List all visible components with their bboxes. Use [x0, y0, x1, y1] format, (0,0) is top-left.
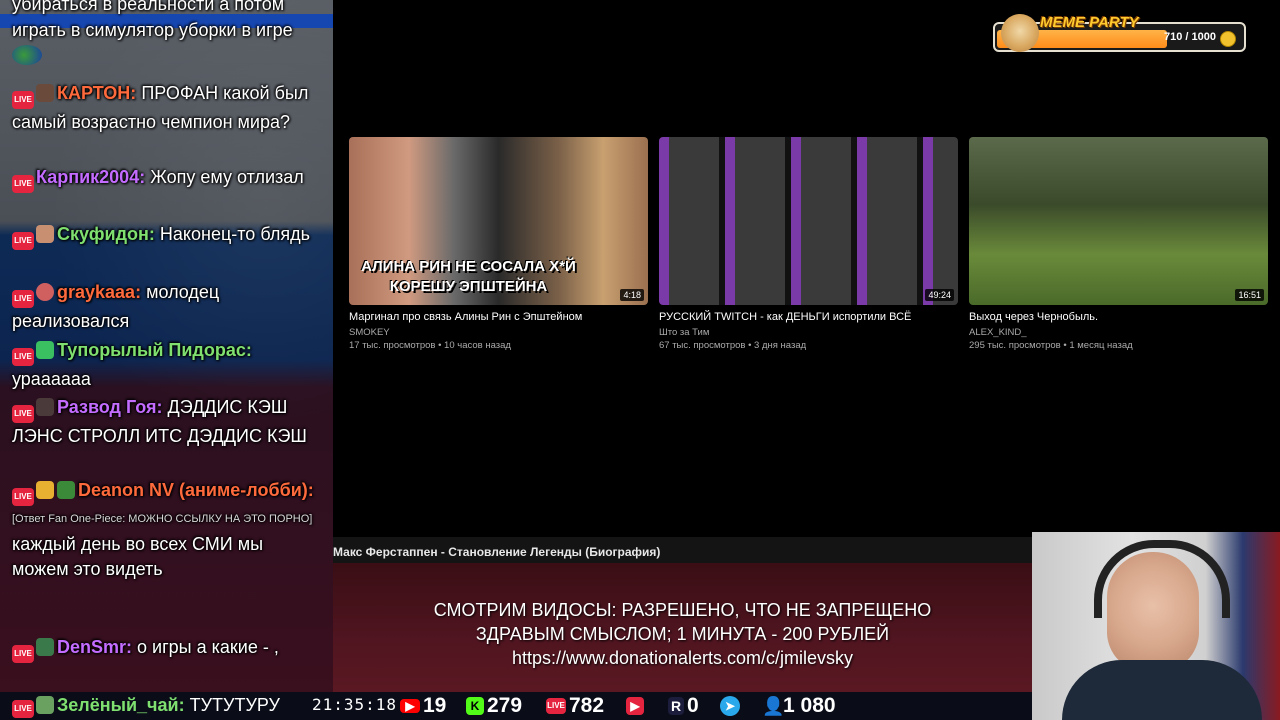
chat-message: LIVE Тупорылый Пидорас: ураааааа	[12, 338, 324, 392]
rutube-viewers: R0	[668, 694, 699, 718]
rules-banner: СМОТРИМ ВИДОСЫ: РАЗРЕШЕНО, ЧТО НЕ ЗАПРЕЩ…	[333, 563, 1032, 692]
chat-message-text: Жопу ему отлизал	[150, 167, 304, 187]
emote-icon	[12, 45, 42, 65]
vk-viewers: LIVE 782	[546, 694, 604, 718]
play-icon: ▶	[626, 697, 644, 716]
youtube-count: 19	[423, 694, 447, 717]
chat-message: LIVE Зелёный_чай: ТУТУТУРУ	[12, 692, 280, 720]
video-title[interactable]: Выход через Чернобыль.	[969, 311, 1269, 323]
chat-message-text: Наконец-то блядь	[159, 224, 310, 244]
now-playing-title: Макс Ферстаппен - Становление Легенды (Б…	[333, 545, 661, 559]
video-duration: 4:18	[620, 289, 644, 301]
live-badge-icon: LIVE	[12, 290, 34, 308]
donation-link: https://www.donationalerts.com/c/jmilevs…	[511, 648, 854, 668]
kick-icon: K	[466, 697, 484, 716]
chat-nickname: КАРТОН:	[57, 83, 137, 103]
video-channel[interactable]: Што за Тим	[659, 327, 709, 338]
thumbnail-overlay-text: АЛИНА РИН НЕ СОСАЛА Х*Й КОРЕШУ ЭПШТЕЙНА	[361, 258, 576, 295]
chat-message: LIVE graykaaa: молодец реализовался	[12, 280, 324, 334]
video-thumbnail[interactable]: 49:24	[659, 137, 958, 305]
chat-nickname: Карпик2004:	[36, 167, 146, 187]
video-meta: 295 тыс. просмотров • 1 месяц назад	[969, 340, 1133, 351]
rutube-count: 0	[687, 694, 699, 717]
video-channel[interactable]: ALEX_KIND_	[969, 327, 1027, 338]
chat-message-text: каждый день во всех СМИ мы можем это вид…	[12, 533, 264, 580]
chat-message-text: убираться в реальности а потом играть в …	[12, 0, 293, 40]
chat-nickname: Скуфидон:	[57, 224, 155, 244]
chat-nickname: Тупорылый Пидорас:	[57, 340, 252, 360]
live-badge-icon: LIVE	[12, 232, 34, 250]
rutube-icon: R	[668, 697, 684, 716]
avatar	[57, 481, 75, 499]
viewers-person-icon: 👤	[762, 696, 785, 717]
kick-viewers: K 279	[466, 694, 522, 718]
chat-message-text: о игры а какие - ,	[137, 637, 279, 657]
avatar	[36, 638, 54, 656]
vk-count: 782	[569, 694, 605, 717]
rules-line-2: ЗДРАВЫМ СМЫСЛОМ; 1 МИНУТА - 200 РУБЛЕЙ	[475, 624, 890, 644]
webcam-feed	[1032, 532, 1280, 720]
live-badge-icon: LIVE	[12, 91, 34, 109]
stream-clock: 21:35:18	[312, 695, 398, 714]
meme-party-progress-text: 710 / 1000	[1164, 31, 1216, 43]
streamer-face	[1107, 552, 1199, 672]
video-duration: 49:24	[925, 289, 954, 301]
vk-live-icon: LIVE	[546, 698, 566, 715]
chat-message: LIVE Развод Гоя: ДЭДДИС КЭШ ЛЭНС СТРОЛЛ И…	[12, 395, 324, 449]
chat-message-text: ураааааа	[12, 368, 91, 389]
avatar	[36, 283, 54, 301]
chat-nickname: graykaaa:	[57, 282, 142, 302]
youtube-viewers: ▶ 19	[400, 694, 446, 718]
avatar	[36, 225, 54, 243]
live-badge-icon: LIVE	[12, 700, 34, 718]
chat-nickname: Зелёный_чай:	[57, 695, 185, 715]
chat-nickname: Развод Гоя:	[57, 397, 163, 417]
kick-count: 279	[487, 694, 523, 717]
video-title[interactable]: РУССКИЙ TWITCH - как ДЕНЬГИ испортили ВС…	[659, 311, 959, 323]
chat-message: LIVE DenSmr: о игры а какие - ,	[12, 635, 324, 664]
total-viewers: 👤1 080	[762, 694, 836, 718]
chat-message: LIVE КАРТОН: ПРОФАН какой был самый возр…	[12, 81, 324, 135]
live-badge-icon: LIVE	[12, 645, 34, 663]
video-title[interactable]: Маргинал про связь Алины Рин с Эпштейном	[349, 311, 649, 323]
chat-reply-quote: [Ответ Fan One-Piece: МОЖНО ССЫЛКУ НА ЭТ…	[12, 512, 313, 525]
avatar	[36, 696, 54, 714]
video-channel[interactable]: SMOKEY	[349, 327, 390, 338]
chat-badges: LIVE	[12, 84, 57, 110]
telegram-icon: ➤	[720, 696, 740, 717]
now-playing-bar: Макс Ферстаппен - Становление Легенды (Б…	[333, 537, 1032, 563]
coin-icon	[1220, 31, 1236, 47]
live-badge-icon: LIVE	[12, 488, 34, 506]
video-duration: 16:51	[1235, 289, 1264, 301]
chat-message-text: ТУТУТУРУ	[189, 695, 280, 715]
telegram-link: ➤	[720, 694, 743, 718]
avatar	[36, 84, 54, 102]
chat-nickname: Deanon NV (аниме-лобби):	[78, 480, 314, 500]
video-thumbnail[interactable]: 16:51	[969, 137, 1268, 305]
chat-panel: убираться в реальности а потом играть в …	[0, 0, 333, 692]
trovo-viewers: ▶	[626, 694, 647, 718]
video-meta: 67 тыс. просмотров • 3 дня назад	[659, 340, 807, 351]
doge-icon	[1001, 14, 1039, 52]
chat-message: LIVE Deanon NV (аниме-лобби): [Ответ Fan …	[12, 478, 324, 583]
stream-status-bar: LIVE Зелёный_чай: ТУТУТУРУ 21:35:18 ▶ 19 K…	[0, 692, 1032, 720]
chat-nickname: DenSmr:	[57, 637, 133, 657]
live-badge-icon: LIVE	[12, 175, 34, 193]
live-badge-icon: LIVE	[12, 348, 34, 366]
chat-message: LIVE Карпик2004: Жопу ему отлизал	[12, 165, 324, 194]
video-thumbnail[interactable]: АЛИНА РИН НЕ СОСАЛА Х*Й КОРЕШУ ЭПШТЕЙНА …	[349, 137, 648, 305]
youtube-icon: ▶	[400, 699, 420, 714]
streamer-body	[1062, 660, 1262, 720]
chat-message: LIVE Скуфидон: Наконец-то блядь	[12, 222, 324, 251]
meme-party-label: MEME PARTY	[1040, 14, 1139, 31]
avatar	[36, 398, 54, 416]
avatar	[36, 341, 54, 359]
rules-line-1: СМОТРИМ ВИДОСЫ: РАЗРЕШЕНО, ЧТО НЕ ЗАПРЕЩ…	[433, 600, 932, 620]
total-viewers-count: 1 080	[783, 694, 836, 717]
video-meta: 17 тыс. просмотров • 10 часов назад	[349, 340, 511, 351]
beer-emote-icon	[36, 481, 54, 499]
live-badge-icon: LIVE	[12, 405, 34, 423]
chat-message: убираться в реальности а потом играть в …	[12, 0, 324, 69]
